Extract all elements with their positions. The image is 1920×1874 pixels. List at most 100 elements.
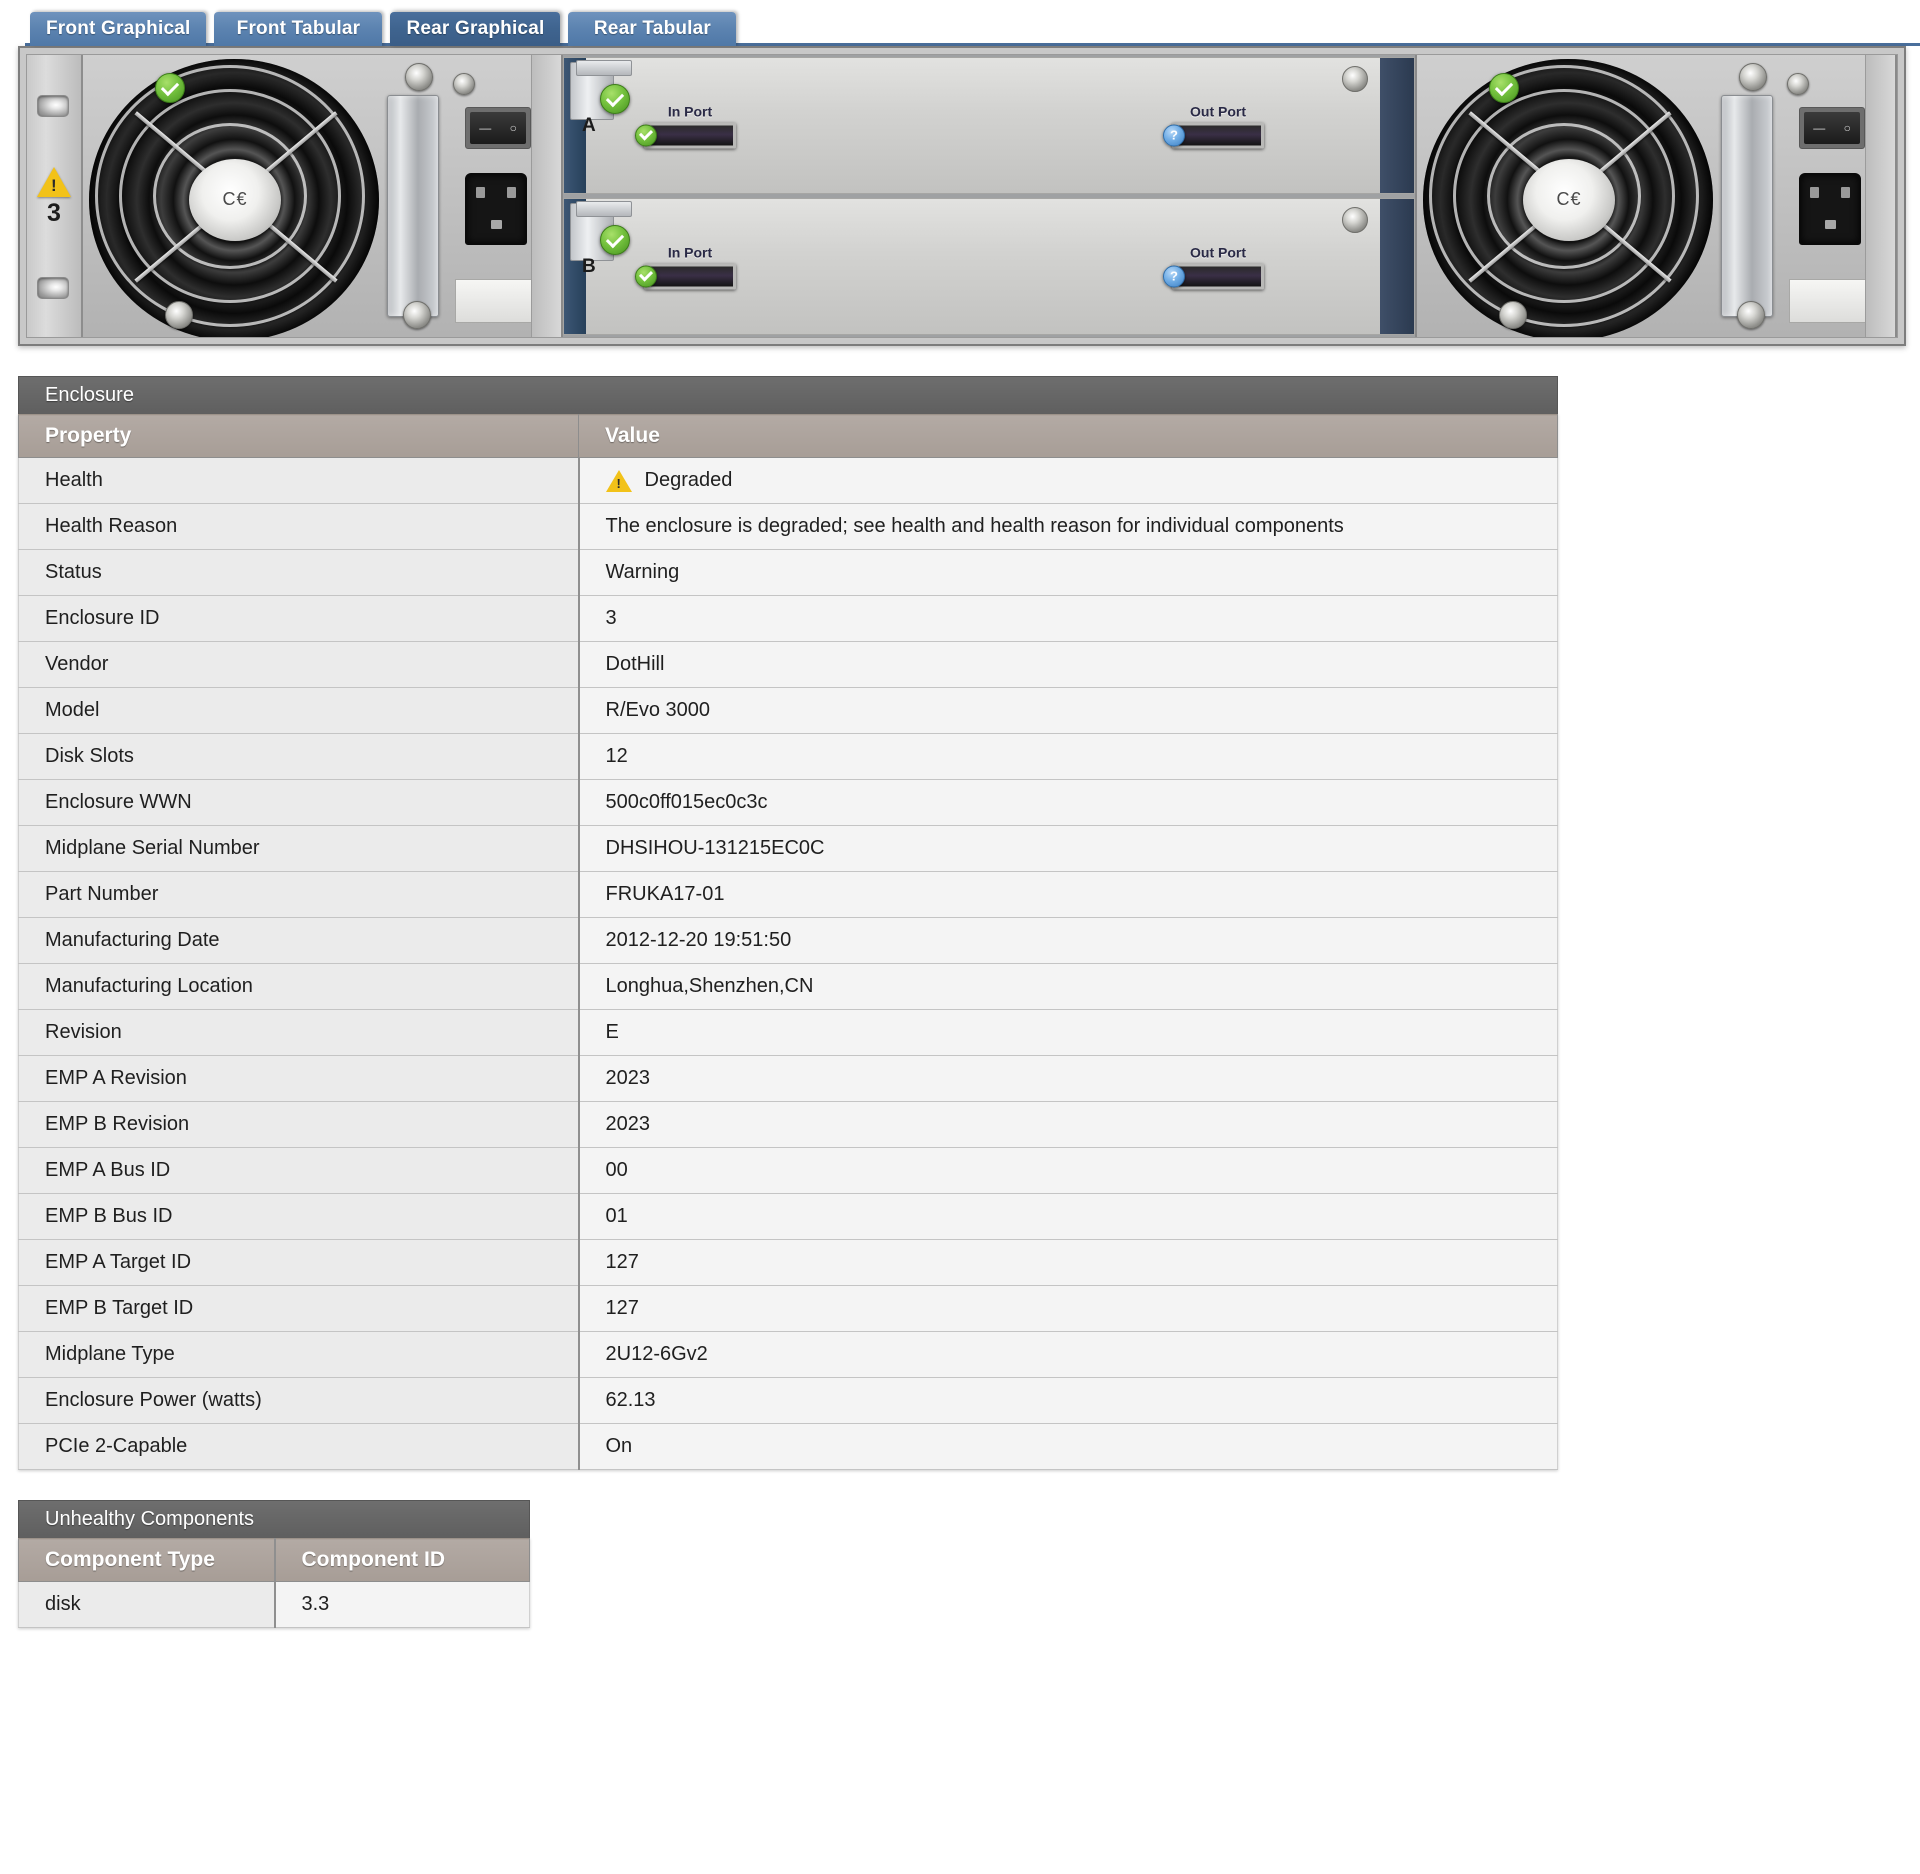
property-value: 2023 xyxy=(578,1055,1558,1102)
table-row: EMP B Revision 2023 xyxy=(18,1101,1558,1148)
property-name: Enclosure ID xyxy=(18,595,580,642)
power-supply-right[interactable]: C€ — ○ xyxy=(1417,55,1897,337)
iom-a-in-port[interactable]: In Port xyxy=(635,103,736,148)
psu-side-rail-left xyxy=(531,55,561,337)
table-row: disk 3.3 xyxy=(18,1581,530,1628)
property-value: FRUKA17-01 xyxy=(578,871,1558,918)
property-value: 3 xyxy=(578,595,1558,642)
psu-power-switch-right[interactable]: — ○ xyxy=(1799,107,1865,149)
fan-hub-label: C€ xyxy=(189,159,281,241)
unknown-question-icon[interactable]: ? xyxy=(1163,265,1185,287)
property-value: Warning xyxy=(578,549,1558,596)
component-type: disk xyxy=(18,1581,276,1628)
port-label: In Port xyxy=(667,244,713,260)
iom-b-out-port[interactable]: Out Port ? xyxy=(1163,244,1264,289)
iom-letter-a: A xyxy=(582,114,596,136)
table-row: Health Reason The enclosure is degraded; … xyxy=(18,503,1558,550)
enclosure-rear-graphic: 3 C€ —○ xyxy=(18,46,1906,346)
fan-hub-label: C€ xyxy=(1523,159,1615,241)
property-value: 00 xyxy=(578,1147,1558,1194)
iom-latch-top-b xyxy=(576,201,632,217)
property-value: DotHill xyxy=(578,641,1558,688)
property-value: Longhua,Shenzhen,CN xyxy=(578,963,1558,1010)
table-row: PCIe 2-Capable On xyxy=(18,1423,1558,1470)
property-name: EMP A Target ID xyxy=(18,1239,580,1286)
unhealthy-table-caption: Unhealthy Components xyxy=(18,1500,530,1538)
table-row: EMP A Target ID 127 xyxy=(18,1239,1558,1286)
property-name: Manufacturing Location xyxy=(18,963,580,1010)
iom-bay: A In Port Out Port ? B In Port Out Port … xyxy=(563,55,1417,337)
iom-b-in-port[interactable]: In Port xyxy=(635,244,736,289)
component-id: 3.3 xyxy=(273,1581,530,1628)
property-name: EMP B Revision xyxy=(18,1101,580,1148)
unhealthy-components-panel: Unhealthy Components Component Type Comp… xyxy=(18,1500,1920,1628)
warning-triangle-icon xyxy=(605,469,632,492)
property-value: Degraded xyxy=(578,457,1558,504)
property-name: EMP B Target ID xyxy=(18,1285,580,1332)
table-row: Manufacturing Date 2012-12-20 19:51:50 xyxy=(18,917,1558,964)
table-row: EMP A Bus ID 00 xyxy=(18,1147,1558,1194)
ok-check-icon[interactable] xyxy=(635,124,657,146)
property-value: The enclosure is degraded; see health an… xyxy=(578,503,1558,550)
port-connector xyxy=(635,122,736,148)
ok-check-icon[interactable] xyxy=(155,73,185,103)
psu-power-switch-left[interactable]: — ○ xyxy=(465,107,531,149)
property-value: 12 xyxy=(578,733,1558,780)
property-value: 500c0ff015ec0c3c xyxy=(578,779,1558,826)
psu-handle-left xyxy=(387,95,439,317)
tab-label: Front Tabular xyxy=(236,18,361,39)
psu-screw-4 xyxy=(403,301,431,329)
table-row: EMP B Target ID 127 xyxy=(18,1285,1558,1332)
property-value: 2023 xyxy=(578,1101,1558,1148)
port-label: In Port xyxy=(667,103,713,119)
property-value: 127 xyxy=(578,1239,1558,1286)
port-label: Out Port xyxy=(1190,103,1246,119)
warning-triangle-icon[interactable] xyxy=(37,166,71,197)
iom-module-b[interactable]: B In Port Out Port ? xyxy=(563,198,1415,335)
enclosure-id-label: 3 xyxy=(47,198,61,227)
property-name: EMP A Revision xyxy=(18,1055,580,1102)
enclosure-left-ear: 3 xyxy=(27,55,83,337)
port-connector: ? xyxy=(1163,263,1264,289)
table-row: Health Degraded xyxy=(18,457,1558,504)
tab-front-graphical[interactable]: Front Graphical xyxy=(30,12,207,46)
iom-right-rail-b xyxy=(1380,199,1414,334)
tab-rear-tabular[interactable]: Rear Tabular xyxy=(568,12,737,46)
column-header-property: Property xyxy=(18,414,579,458)
property-name: Part Number xyxy=(18,871,580,918)
enclosure-properties-table: Enclosure Property Value HealthDegradedH… xyxy=(18,376,1558,1470)
tab-label: Rear Tabular xyxy=(593,18,712,39)
psu-screw-2 xyxy=(453,73,475,95)
tab-front-tabular[interactable]: Front Tabular xyxy=(214,12,383,46)
iom-latch-top-a xyxy=(576,60,632,76)
table-row: Midplane Type 2U12-6Gv2 xyxy=(18,1331,1558,1378)
power-supply-left[interactable]: C€ — ○ xyxy=(83,55,563,337)
property-name: Vendor xyxy=(18,641,580,688)
tab-rear-graphical[interactable]: Rear Graphical xyxy=(390,12,561,46)
table-row: Part Number FRUKA17-01 xyxy=(18,871,1558,918)
property-name: Revision xyxy=(18,1009,580,1056)
property-value: DHSIHOU-131215EC0C xyxy=(578,825,1558,872)
iom-module-a[interactable]: A In Port Out Port ? xyxy=(563,57,1415,194)
psu-screw-2 xyxy=(1787,73,1809,95)
ok-check-icon[interactable] xyxy=(1489,73,1519,103)
table-row: Model R/Evo 3000 xyxy=(18,687,1558,734)
ok-check-icon[interactable] xyxy=(600,225,630,255)
table-row: Vendor DotHill xyxy=(18,641,1558,688)
ok-check-icon[interactable] xyxy=(600,84,630,114)
unknown-question-icon[interactable]: ? xyxy=(1163,124,1185,146)
table-header-row: Property Value xyxy=(18,414,1558,458)
iom-screw-b xyxy=(1342,207,1368,233)
iom-a-out-port[interactable]: Out Port ? xyxy=(1163,103,1264,148)
property-name: Model xyxy=(18,687,580,734)
ok-check-icon[interactable] xyxy=(635,265,657,287)
enclosure-table-caption: Enclosure xyxy=(18,376,1558,414)
value-text: Degraded xyxy=(644,469,733,491)
table-row: Enclosure Power (watts) 62.13 xyxy=(18,1377,1558,1424)
table-row: Status Warning xyxy=(18,549,1558,596)
property-value: R/Evo 3000 xyxy=(578,687,1558,734)
property-name: Health xyxy=(18,457,580,504)
property-name: Enclosure WWN xyxy=(18,779,580,826)
property-name: PCIe 2-Capable xyxy=(18,1423,580,1470)
psu-handle-right xyxy=(1721,95,1773,317)
